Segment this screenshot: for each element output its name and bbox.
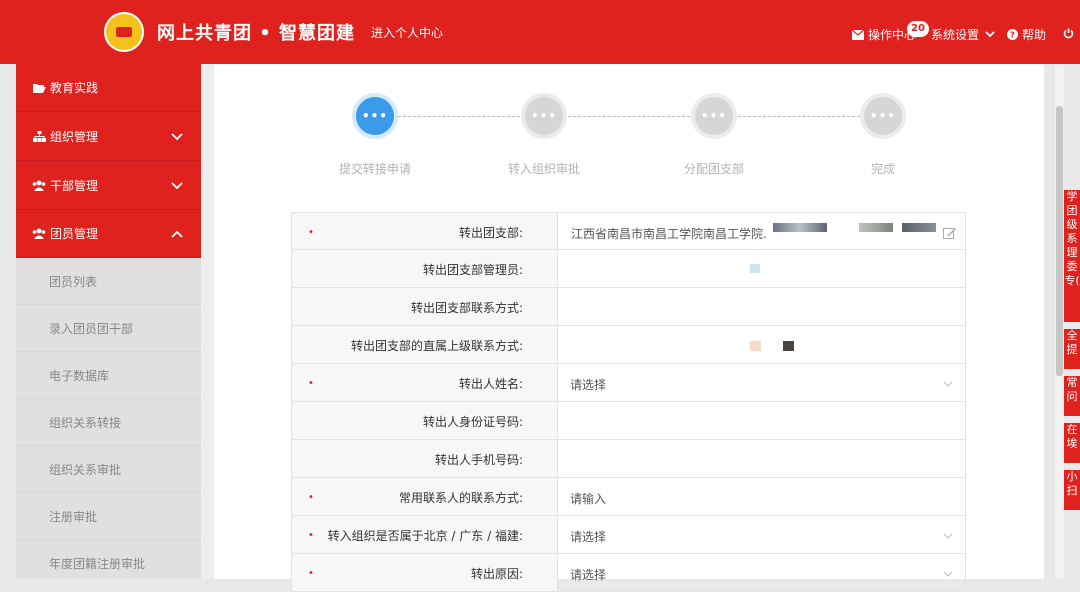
chevron-down-icon [985, 31, 995, 38]
required-mark: • [308, 492, 314, 503]
form-row-transfer-reason[interactable]: • 转出原因: 请选择 [291, 554, 966, 592]
field-label: 转出团支部联系方式: [410, 301, 523, 315]
chevron-up-icon [171, 227, 183, 241]
required-mark: • [308, 530, 314, 541]
form-row-source-branch: • 转出团支部: 江西省南昌市南昌工学院南昌工学院. [291, 212, 966, 250]
folder-open-icon [32, 81, 46, 95]
redacted-block [783, 341, 794, 351]
form-row-phone: 转出人手机号码: [291, 440, 966, 478]
side-tab-scan[interactable]: 小扫 [1064, 470, 1080, 510]
scrollbar-thumb[interactable] [1056, 106, 1063, 376]
required-mark: • [308, 227, 314, 238]
sidebar-item-label: 教育实践 [50, 81, 99, 95]
field-label: 转出团支部: [458, 226, 523, 240]
step-label: 提交转接申请 [338, 162, 411, 176]
submenu-item-relation-approval[interactable]: 组织关系审批 [16, 446, 201, 493]
users-icon [32, 227, 46, 241]
step-connector [568, 116, 690, 117]
side-tab-full[interactable]: 全提 [1064, 329, 1080, 369]
form-row-region-select[interactable]: • 转入组织是否属于北京 / 广东 / 福建: 请选择 [291, 516, 966, 554]
help-link[interactable]: ? 帮助 [1007, 26, 1046, 43]
field-label: 转出人手机号码: [434, 453, 523, 467]
step-connector [738, 116, 860, 117]
redacted-block [773, 223, 827, 232]
form-row-person-name[interactable]: • 转出人姓名: 请选择 [291, 364, 966, 402]
form-row-contact-info[interactable]: • 常用联系人的联系方式: 请输入 [291, 478, 966, 516]
field-label: 转出人身份证号码: [422, 415, 523, 429]
mail-icon [852, 29, 864, 40]
form-row-branch-contact: 转出团支部联系方式: [291, 288, 966, 326]
submenu-item-annual-registration[interactable]: 年度团籍注册审批 [16, 540, 201, 587]
field-label: 转出人姓名: [458, 377, 523, 391]
chevron-down-icon [171, 179, 183, 193]
form-row-superior-contact: 转出团支部的直属上级联系方式: [291, 326, 966, 364]
system-settings-dropdown[interactable]: 系统设置 [931, 26, 995, 43]
submenu-item-enter-cadre[interactable]: 录入团员团干部 [16, 305, 201, 352]
sidebar: 教育实践 组织管理 干部管理 团员管理 团员列表 录入团员团干部 电子数据库 组… [16, 64, 201, 579]
side-tab-faq[interactable]: 常问 [1064, 376, 1080, 416]
submenu-item-e-database[interactable]: 电子数据库 [16, 352, 201, 399]
member-management-submenu: 团员列表 录入团员团干部 电子数据库 组织关系转接 组织关系审批 注册审批 年度… [16, 258, 201, 579]
step-connector [398, 116, 520, 117]
submenu-item-registration-approval[interactable]: 注册审批 [16, 493, 201, 540]
step-indicator-approval: ••• [521, 93, 567, 139]
users-icon [32, 179, 46, 193]
region-select[interactable]: 请选择 [570, 528, 606, 545]
sidebar-item-member-management[interactable]: 团员管理 [16, 210, 201, 258]
side-tab-school[interactable]: 学团级系理委专( [1064, 190, 1080, 322]
required-mark: • [308, 568, 314, 579]
field-label: 转出原因: [470, 567, 523, 581]
sidebar-item-education[interactable]: 教育实践 [16, 64, 201, 112]
sidebar-item-org-management[interactable]: 组织管理 [16, 113, 201, 161]
redacted-block [750, 264, 760, 273]
step-label: 完成 [870, 162, 895, 176]
field-label: 转入组织是否属于北京 / 广东 / 福建: [327, 529, 523, 543]
required-mark: • [308, 378, 314, 389]
source-branch-value: 江西省南昌市南昌工学院南昌工学院. [571, 227, 767, 241]
side-tab-online[interactable]: 在埃 [1064, 423, 1080, 463]
sidebar-item-label: 干部管理 [50, 179, 99, 193]
edit-icon[interactable] [943, 226, 957, 243]
contact-info-input[interactable]: 请输入 [570, 490, 606, 507]
brand-title[interactable]: 网上共青团 • 智慧团建 [157, 19, 355, 45]
form-row-branch-admin: 转出团支部管理员: [291, 250, 966, 288]
question-circle-icon: ? [1007, 29, 1018, 40]
notification-badge: 20 [907, 21, 929, 37]
help-label: 帮助 [1022, 28, 1047, 42]
youth-league-logo[interactable] [104, 12, 144, 52]
chevron-down-icon [943, 566, 953, 580]
sidebar-item-label: 组织管理 [50, 130, 99, 144]
step-indicator-assign: ••• [691, 93, 737, 139]
field-label: 转出团支部管理员: [422, 263, 523, 277]
power-icon[interactable] [1063, 28, 1074, 39]
sitemap-icon [32, 130, 46, 144]
chevron-down-icon [171, 130, 183, 144]
step-label: 转入组织审批 [507, 162, 580, 176]
chevron-down-icon [943, 528, 953, 542]
svg-text:?: ? [1010, 31, 1015, 40]
enter-personal-center-link[interactable]: 进入个人中心 [371, 24, 443, 41]
step-label: 分配团支部 [683, 162, 744, 176]
submenu-item-relation-transfer[interactable]: 组织关系转接 [16, 399, 201, 446]
field-label: 常用联系人的联系方式: [398, 491, 523, 505]
step-indicator-complete: ••• [860, 93, 906, 139]
step-indicator-submit: ••• [352, 93, 398, 139]
chevron-down-icon [943, 376, 953, 390]
redacted-block [859, 223, 893, 232]
redacted-block [902, 223, 936, 232]
sidebar-item-label: 团员管理 [50, 227, 99, 241]
form-row-id-number: 转出人身份证号码: [291, 402, 966, 440]
submenu-item-member-list[interactable]: 团员列表 [16, 258, 201, 305]
top-header: 网上共青团 • 智慧团建 进入个人中心 操作中心 20 系统设置 ? 帮助 [0, 0, 1080, 64]
field-label: 转出团支部的直属上级联系方式: [350, 339, 523, 353]
system-settings-label: 系统设置 [931, 28, 980, 42]
transfer-reason-select[interactable]: 请选择 [570, 566, 606, 583]
person-name-select[interactable]: 请选择 [570, 376, 606, 393]
sidebar-item-cadre-management[interactable]: 干部管理 [16, 162, 201, 210]
redacted-block [750, 341, 761, 351]
